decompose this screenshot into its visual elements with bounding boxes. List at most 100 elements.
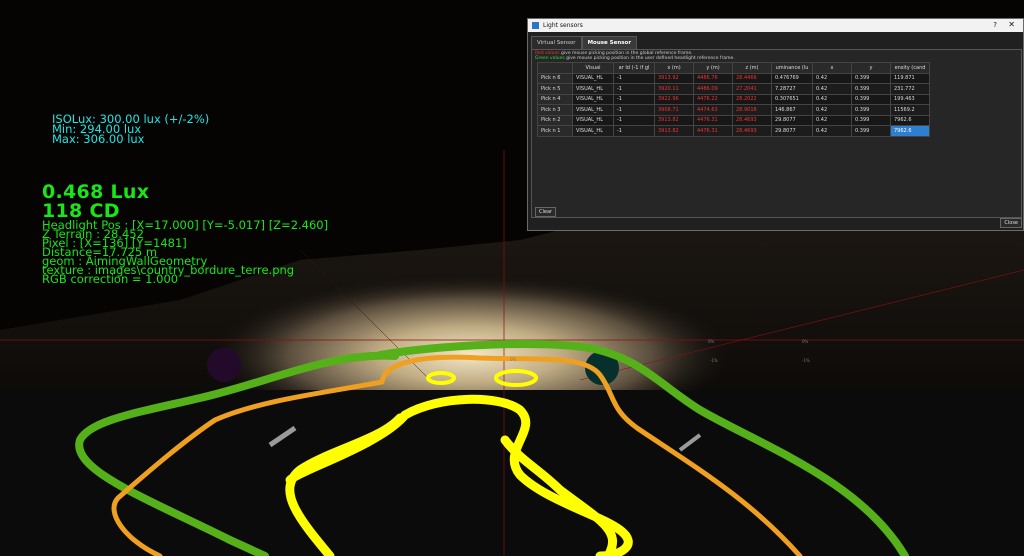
clear-button[interactable]: Clear: [535, 207, 557, 217]
table-cell[interactable]: VISUAL_HL: [572, 72, 614, 84]
table-cell[interactable]: 3920.11: [654, 83, 694, 95]
column-header[interactable]: y (m): [693, 62, 733, 74]
column-header[interactable]: x: [812, 62, 852, 74]
table-cell[interactable]: 7.28727: [771, 83, 813, 95]
table-cell[interactable]: -1: [613, 104, 655, 116]
table-cell[interactable]: 3908.71: [654, 104, 694, 116]
table-cell[interactable]: 28.9018: [732, 104, 772, 116]
table-cell[interactable]: 11569.2: [890, 104, 930, 116]
table-cell[interactable]: 0.476769: [771, 72, 813, 84]
tab-mouse-sensor[interactable]: Mouse Sensor: [581, 36, 638, 50]
row-header[interactable]: Pick n 1: [537, 125, 573, 137]
column-header[interactable]: x (m): [654, 62, 694, 74]
table-cell[interactable]: 0.42: [812, 114, 852, 126]
pick-table[interactable]: Visual ar Id (-1 if gl x (m) y (m) z (m)…: [537, 62, 930, 137]
isolux-info: ISOLux: 300.00 lux (+/-2%) Min: 294.00 l…: [52, 113, 209, 146]
table-cell[interactable]: VISUAL_HL: [572, 114, 614, 126]
row-header[interactable]: Pick n 2: [537, 114, 573, 126]
app-icon: [532, 22, 539, 29]
table-cell[interactable]: -1: [613, 114, 655, 126]
table-cell[interactable]: 0.42: [812, 93, 852, 105]
table-cell[interactable]: 0.399: [851, 72, 891, 84]
note-green-prefix: Green values: [535, 56, 565, 61]
note-green: Green values give mouse picking position…: [535, 56, 735, 61]
table-cell[interactable]: 4486.76: [693, 72, 733, 84]
isolux-max: Max: 306.00 lux: [52, 132, 145, 146]
tab-virtual-sensor[interactable]: Virtual Sensor: [531, 36, 582, 50]
tab-bar: Virtual Sensor Mouse Sensor: [531, 36, 1023, 50]
help-icon[interactable]: ?: [993, 21, 997, 29]
table-cell-selected[interactable]: 7962.6: [890, 125, 930, 137]
table-row[interactable]: Pick n 1 VISUAL_HL -1 3913.82 4476.31 28…: [537, 125, 930, 137]
table-cell[interactable]: 3913.82: [654, 125, 694, 137]
road-surface: [0, 390, 1024, 556]
scene-mark: -1%: [802, 358, 810, 363]
table-cell[interactable]: VISUAL_HL: [572, 104, 614, 116]
table-cell[interactable]: 3922.96: [654, 93, 694, 105]
mouse-sensor-pane: Red values give mouse picking position i…: [531, 49, 1022, 218]
table-cell[interactable]: -1: [613, 93, 655, 105]
light-sensors-dialog: Light sensors ? ✕ Virtual Sensor Mouse S…: [527, 18, 1024, 231]
table-cell[interactable]: 4476.31: [693, 125, 733, 137]
table-cell[interactable]: VISUAL_HL: [572, 125, 614, 137]
row-header[interactable]: Pick n 4: [537, 93, 573, 105]
table-cell[interactable]: 199.463: [890, 93, 930, 105]
table-cell[interactable]: 0.42: [812, 104, 852, 116]
table-row[interactable]: Pick n 4 VISUAL_HL -1 3922.96 4476.22 28…: [537, 93, 930, 105]
row-header[interactable]: Pick n 5: [537, 83, 573, 95]
table-cell[interactable]: 4476.22: [693, 93, 733, 105]
scene-mark: 0%: [510, 357, 517, 362]
table-cell[interactable]: 28.4693: [732, 125, 772, 137]
table-row[interactable]: Pick n 5 VISUAL_HL -1 3920.11 4486.09 27…: [537, 83, 930, 95]
hud-readout: 0.468 Lux 118 CD Headlight Pos : [X=17.0…: [42, 183, 328, 285]
table-cell[interactable]: 0.42: [812, 83, 852, 95]
table-cell[interactable]: 0.399: [851, 104, 891, 116]
row-header[interactable]: Pick n 6: [537, 72, 573, 84]
table-cell[interactable]: 4476.31: [693, 114, 733, 126]
table-cell[interactable]: 29.8077: [771, 114, 813, 126]
table-cell[interactable]: 27.2041: [732, 83, 772, 95]
table-cell[interactable]: 0.399: [851, 114, 891, 126]
table-cell[interactable]: VISUAL_HL: [572, 93, 614, 105]
table-cell[interactable]: 3913.92: [654, 72, 694, 84]
table-cell[interactable]: 0.307651: [771, 93, 813, 105]
table-cell[interactable]: 0.399: [851, 83, 891, 95]
table-cell[interactable]: 146.867: [771, 104, 813, 116]
dialog-title: Light sensors: [543, 22, 583, 29]
table-cell[interactable]: 28.4466: [732, 72, 772, 84]
column-header[interactable]: ensity (cand: [890, 62, 930, 74]
table-cell[interactable]: 29.8077: [771, 125, 813, 137]
table-cell[interactable]: 7962.6: [890, 114, 930, 126]
column-header[interactable]: ar Id (-1 if gl: [613, 62, 655, 74]
table-cell[interactable]: -1: [613, 83, 655, 95]
table-row[interactable]: Pick n 3 VISUAL_HL -1 3908.71 4474.63 28…: [537, 104, 930, 116]
close-button[interactable]: Close: [1000, 218, 1022, 228]
table-row[interactable]: Pick n 2 VISUAL_HL -1 3913.82 4476.31 28…: [537, 114, 930, 126]
note-green-text: give mouse picking position in the user …: [564, 56, 735, 61]
column-header[interactable]: [537, 62, 573, 74]
column-header[interactable]: z (m): [732, 62, 772, 74]
table-cell[interactable]: 28.4693: [732, 114, 772, 126]
dialog-titlebar[interactable]: Light sensors ? ✕: [528, 19, 1023, 32]
row-header[interactable]: Pick n 3: [537, 104, 573, 116]
table-cell[interactable]: -1: [613, 125, 655, 137]
table-cell[interactable]: 28.2022: [732, 93, 772, 105]
table-cell[interactable]: 4474.63: [693, 104, 733, 116]
table-cell[interactable]: 0.399: [851, 125, 891, 137]
table-cell[interactable]: VISUAL_HL: [572, 83, 614, 95]
table-cell[interactable]: -1: [613, 72, 655, 84]
column-header[interactable]: Visual: [572, 62, 614, 74]
table-cell[interactable]: 0.399: [851, 93, 891, 105]
column-header[interactable]: uminance (lu: [771, 62, 813, 74]
table-cell[interactable]: 0.42: [812, 125, 852, 137]
column-header[interactable]: y: [851, 62, 891, 74]
table-row[interactable]: Pick n 6 VISUAL_HL -1 3913.92 4486.76 28…: [537, 72, 930, 84]
table-cell[interactable]: 119.871: [890, 72, 930, 84]
table-cell[interactable]: 3913.82: [654, 114, 694, 126]
marker-sphere-left: [207, 348, 241, 382]
table-cell[interactable]: 4486.09: [693, 83, 733, 95]
table-cell[interactable]: 231.772: [890, 83, 930, 95]
scene-mark: 0%: [802, 339, 809, 344]
close-icon[interactable]: ✕: [1008, 20, 1015, 29]
table-cell[interactable]: 0.42: [812, 72, 852, 84]
